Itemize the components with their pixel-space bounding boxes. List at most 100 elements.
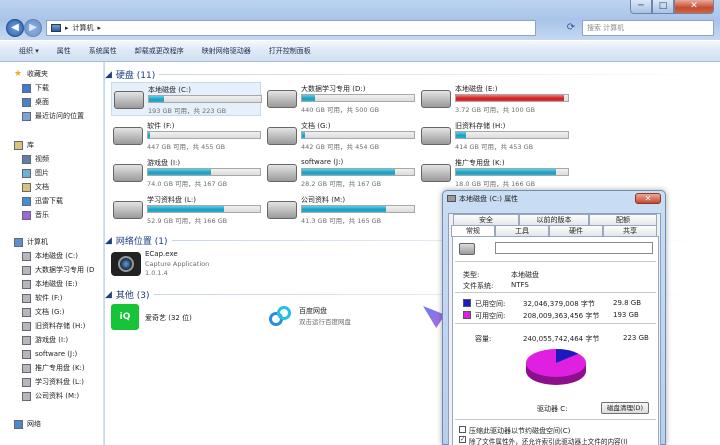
capacity-gb: 223 GB [623,334,649,342]
sidebar-drive-0[interactable]: 本地磁盘 (C:) [22,249,78,263]
search-input[interactable]: 搜索 计算机 [582,20,714,36]
sidebar-network[interactable]: 网络 [14,417,41,431]
toolbar-item-5[interactable]: 打开控制面板 [260,40,320,62]
sidebar-fav-1[interactable]: 桌面 [22,95,49,109]
sidebar-drive-10-icon [22,391,31,401]
sidebar-drive-4[interactable]: 文档 (G:) [22,305,64,319]
close-button[interactable]: ✕ [674,0,714,14]
drive-item[interactable]: 学习资料盘 (L:) 52.9 GB 可用，共 166 GB [111,193,261,227]
drive-item[interactable]: 旧资料存储 (H:) 414 GB 可用，共 453 GB [419,119,569,153]
drive-info: 442 GB 可用，共 454 GB [301,143,380,151]
breadcrumb-computer[interactable]: 计算机 [73,23,94,33]
hard-drive-icon [267,127,297,145]
sidebar-drive-10[interactable]: 公司资料 (M:) [22,389,79,403]
compress-checkbox[interactable] [459,426,466,433]
sidebar-drive-9-icon [22,377,31,387]
sidebar-drive-8[interactable]: 推广专用盘 (K:) [22,361,85,375]
sidebar-drive-5[interactable]: 旧资料存储 (H:) [22,319,85,333]
forward-button[interactable]: ▶ [24,19,42,37]
minimize-button[interactable]: ─ [630,0,652,14]
properties-dialog: 本地磁盘 (C:) 属性 ✕ 安全 以前的版本 配额 常规 工具 硬件 共享 类… [442,190,666,445]
toolbar-item-2[interactable]: 系统属性 [80,40,126,62]
refresh-icon[interactable]: ⟳ [562,20,580,36]
drive-item[interactable]: 软件 (F:) 447 GB 可用，共 455 GB [111,119,261,153]
general-panel: 类型: 本地磁盘 文件系统: NTFS 已用空间: 32,046,379,008… [452,236,659,445]
sidebar-drive-5-label: 旧资料存储 (H:) [35,322,86,330]
sidebar-drive-2-icon [22,279,31,289]
sidebar-lib-1-icon [22,168,31,178]
index-label: 除了文件属性外，还允许索引此驱动器上文件的内容(I) [469,438,628,445]
maximize-button[interactable]: □ [652,0,674,14]
toolbar-item-4[interactable]: 映射网络驱动器 [193,40,260,62]
tab-sharing[interactable]: 共享 [603,225,657,236]
drive-item[interactable]: 公司资料 (M:) 41.3 GB 可用，共 165 GB [265,193,415,227]
toolbar-item-1[interactable]: 属性 [48,40,80,62]
tab-previous-versions[interactable]: 以前的版本 [519,214,589,225]
disk-cleanup-button[interactable]: 磁盘清理(D) [601,402,649,414]
sidebar-libraries[interactable]: 库 [14,138,34,152]
drive-item[interactable]: 推广专用盘 (K:) 18.0 GB 可用，共 166 GB [419,156,569,190]
ecap-item[interactable]: ECap.exe Capture Application 1.0.1.4 [111,248,261,282]
address-box[interactable]: ▸ 计算机 ▸ [46,20,536,36]
dialog-tabs: 安全 以前的版本 配额 常规 工具 硬件 共享 [449,214,662,237]
tab-quota[interactable]: 配额 [589,214,657,225]
sidebar-drive-2[interactable]: 本地磁盘 (E:) [22,277,77,291]
drive-item[interactable]: 大数据学习专用 (D:) 440 GB 可用，共 500 GB [265,82,415,116]
sidebar-lib-0[interactable]: 视频 [22,152,49,166]
iqiyi-item[interactable]: iQ 爱奇艺 (32 位) [111,302,261,332]
sidebar-drive-6-label: 游戏盘 (I:) [35,336,69,344]
tab-security[interactable]: 安全 [453,214,519,225]
drive-item[interactable]: software (J:) 28.2 GB 可用，共 167 GB [265,156,415,190]
sidebar-drive-9[interactable]: 学习资料盘 (L:) [22,375,84,389]
sidebar-drive-10-label: 公司资料 (M:) [35,392,80,400]
ecap-type: Capture Application [145,260,210,268]
free-label: 可用空间: [475,312,506,320]
drive-usage-bar [455,131,569,139]
sidebar-drive-8-icon [22,363,31,373]
drive-item[interactable]: 本地磁盘 (E:) 3.72 GB 可用，共 100 GB [419,82,569,116]
volume-label-input[interactable] [495,242,653,254]
sidebar-lib-3-icon [22,196,31,206]
tab-hardware[interactable]: 硬件 [549,225,603,236]
breadcrumb-sep[interactable]: ▸ [65,24,69,32]
breadcrumb-sep[interactable]: ▸ [98,24,102,32]
drive-usage-bar [455,168,569,176]
sidebar-lib-1[interactable]: 图片 [22,166,49,180]
sidebar-fav-2[interactable]: 最近访问的位置 [22,109,84,123]
hard-disks-header[interactable]: ◢ 硬盘 (11) [105,68,715,81]
used-gb: 29.8 GB [613,299,642,307]
drive-item[interactable]: 文档 (G:) 442 GB 可用，共 454 GB [265,119,415,153]
sidebar-lib-3[interactable]: 迅雷下载 [22,194,63,208]
sidebar-lib-4[interactable]: 音乐 [22,208,49,222]
sidebar-drive-1[interactable]: 大数据学习专用 (D [22,263,94,277]
sidebar-drive-6[interactable]: 游戏盘 (I:) [22,333,68,347]
drive-name: 大数据学习专用 (D:) [301,85,366,93]
sidebar-libraries-icon [14,140,23,150]
drive-info: 440 GB 可用，共 500 GB [301,106,380,114]
sidebar-computer[interactable]: 计算机 [14,235,48,249]
toolbar-item-3[interactable]: 卸载或更改程序 [126,40,193,62]
drive-item[interactable]: 游戏盘 (I:) 74.0 GB 可用，共 167 GB [111,156,261,190]
drive-info: 3.72 GB 可用，共 100 GB [455,106,536,114]
sidebar-drive-7[interactable]: software (J:) [22,347,77,361]
sidebar-lib-2-icon [22,182,31,192]
sidebar-lib-2[interactable]: 文档 [22,180,49,194]
baidu-netdisk-item[interactable]: 百度网盘 双击运行百度网盘 [269,302,419,332]
toolbar-item-0[interactable]: 组织 ▾ [10,40,48,62]
index-checkbox[interactable]: ✓ [459,436,466,443]
drive-item[interactable]: 本地磁盘 (C:) 193 GB 可用，共 223 GB [111,82,262,116]
back-button[interactable]: ◀ [6,19,24,37]
drive-usage-bar [148,95,262,103]
dialog-close-button[interactable]: ✕ [635,193,661,204]
tab-tools[interactable]: 工具 [495,225,549,236]
usage-pie-chart [526,349,586,385]
sidebar-drive-0-label: 本地磁盘 (C:) [35,252,78,260]
sidebar-network-icon [14,419,23,429]
sidebar-favorites[interactable]: ★ 收藏夹 [14,67,48,81]
sidebar-fav-0[interactable]: 下载 [22,81,49,95]
sidebar-lib-1-label: 图片 [35,169,49,177]
drive-info: 41.3 GB 可用，共 165 GB [301,217,382,225]
sidebar-lib-0-label: 视频 [35,155,49,163]
sidebar-drive-9-label: 学习资料盘 (L:) [35,378,84,386]
sidebar-drive-3[interactable]: 软件 (F:) [22,291,63,305]
